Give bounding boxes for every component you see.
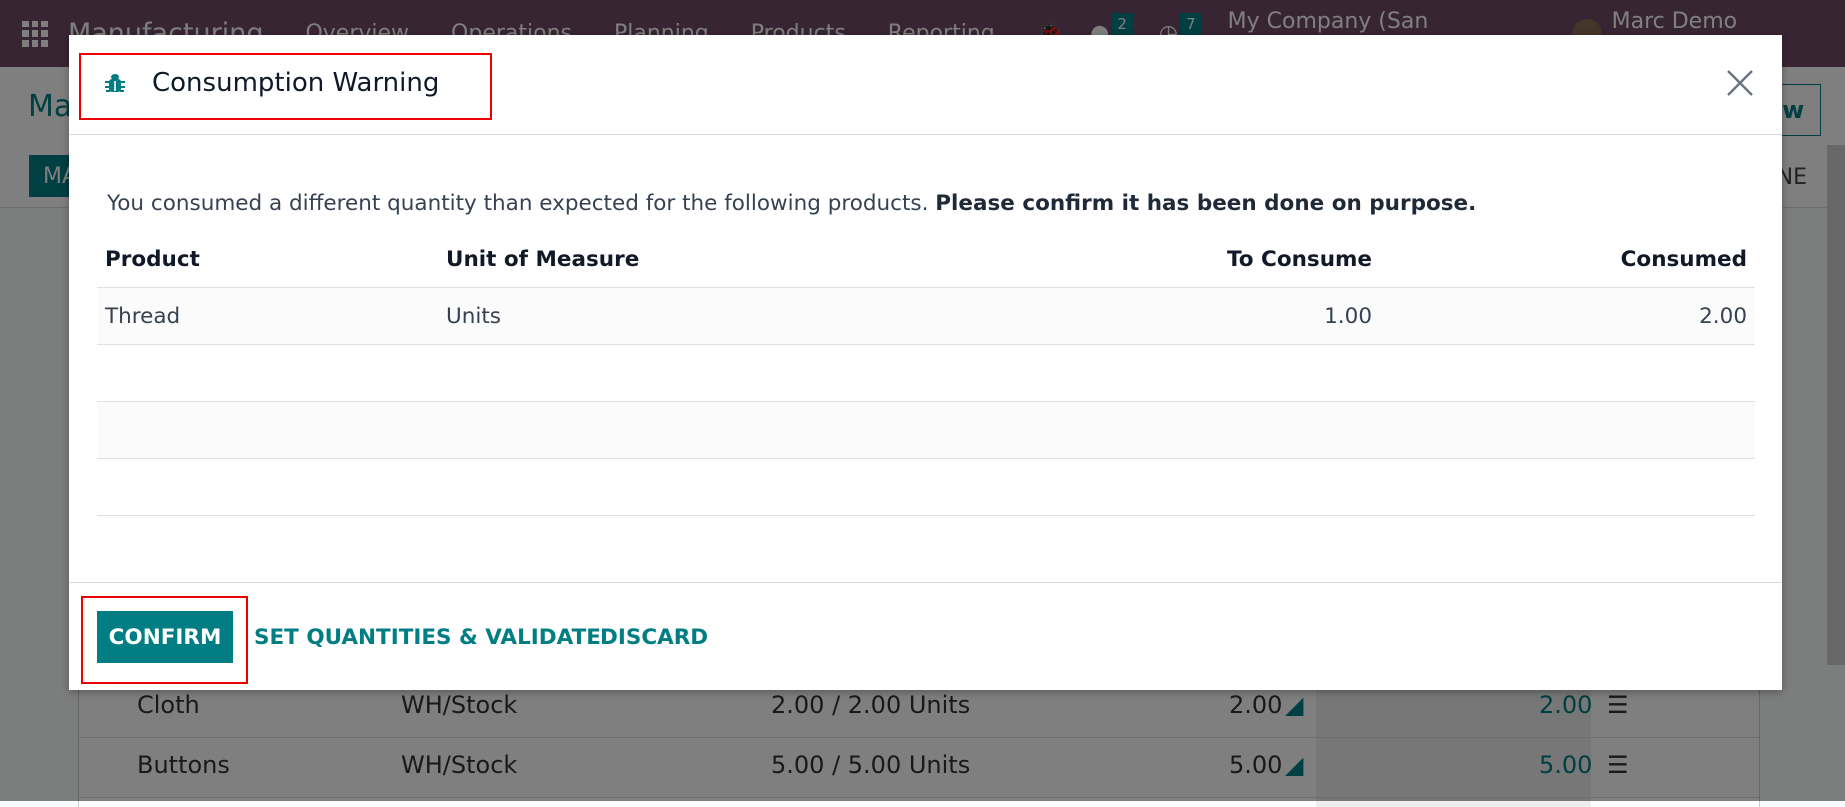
close-icon[interactable] — [1724, 67, 1756, 99]
dialog-body: You consumed a different quantity than e… — [69, 135, 1782, 582]
column-header-to-consume[interactable]: To Consume — [954, 231, 1380, 288]
set-quantities-validate-button[interactable]: SET QUANTITIES & VALIDATE — [254, 611, 601, 663]
dialog-header: Consumption Warning — [69, 35, 1782, 135]
warning-message: You consumed a different quantity than e… — [107, 191, 1476, 216]
cell-to-consume: 1.00 — [954, 287, 1380, 345]
cell-consumed: 2.00 — [1380, 287, 1755, 345]
empty-row — [97, 344, 1755, 402]
warning-message-text: You consumed a different quantity than e… — [107, 191, 936, 216]
empty-row — [97, 401, 1755, 459]
confirm-button[interactable]: CONFIRM — [97, 611, 233, 663]
discard-button[interactable]: DISCARD — [600, 611, 708, 663]
column-header-product[interactable]: Product — [97, 231, 438, 288]
bug-icon — [105, 74, 125, 92]
dialog-footer: CONFIRM SET QUANTITIES & VALIDATE DISCAR… — [69, 582, 1782, 691]
table-header-row: Product Unit of Measure To Consume Consu… — [97, 231, 1755, 288]
consumption-table: Product Unit of Measure To Consume Consu… — [97, 231, 1755, 516]
cell-product: Thread — [97, 287, 438, 345]
empty-row — [97, 458, 1755, 516]
column-header-uom[interactable]: Unit of Measure — [438, 231, 954, 288]
dialog-title: Consumption Warning — [152, 68, 440, 98]
warning-message-emphasis: Please confirm it has been done on purpo… — [935, 191, 1477, 216]
column-header-consumed[interactable]: Consumed — [1380, 231, 1755, 288]
table-row[interactable]: Thread Units 1.00 2.00 — [97, 287, 1755, 345]
consumption-warning-dialog: Consumption Warning You consumed a diffe… — [69, 35, 1782, 690]
cell-uom: Units — [438, 287, 954, 345]
